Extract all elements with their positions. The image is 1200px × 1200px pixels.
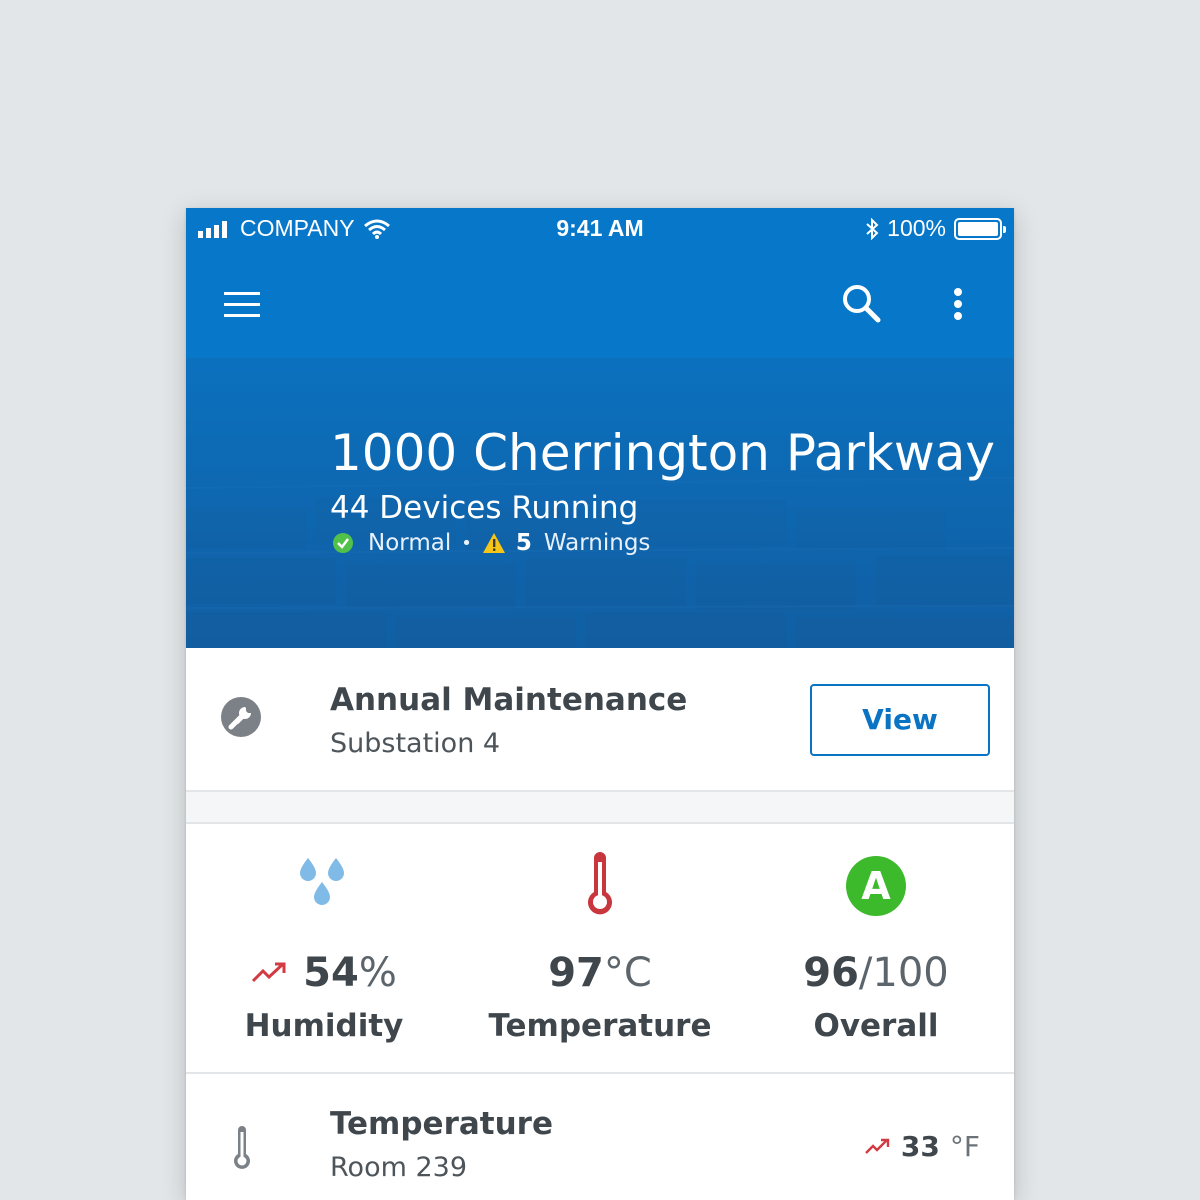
humidity-number: 54 xyxy=(303,950,359,996)
search-button[interactable] xyxy=(838,280,886,328)
overall-value: 96 /100 xyxy=(738,950,1014,996)
trending-up-icon xyxy=(865,1138,890,1154)
check-circle-icon xyxy=(333,533,353,553)
warnings-label: Warnings xyxy=(543,530,651,556)
wrench-icon xyxy=(221,697,261,737)
search-icon xyxy=(843,285,881,323)
temperature-label: Temperature xyxy=(488,1008,712,1044)
stat-temperature[interactable]: 97 °C Temperature xyxy=(462,824,738,1074)
status-bar: COMPANY 9:41 AM 100% xyxy=(186,208,1014,248)
row-value: 33 °F xyxy=(865,1130,980,1163)
bluetooth-icon xyxy=(866,217,879,240)
temperature-number: 97 xyxy=(548,950,604,996)
grade-letter: A xyxy=(861,864,891,908)
maintenance-title: Annual Maintenance xyxy=(330,682,688,718)
grade-a-icon: A xyxy=(846,856,906,916)
row-value-number: 33 xyxy=(900,1130,940,1163)
devices-running: 44 Devices Running xyxy=(330,490,639,526)
row-value-unit: °F xyxy=(949,1130,980,1163)
humidity-label: Humidity xyxy=(244,1008,404,1044)
trending-up-icon xyxy=(252,962,286,983)
stat-humidity[interactable]: 54 % Humidity xyxy=(186,824,462,1074)
separator-dot: • xyxy=(461,532,472,554)
thermometer-icon xyxy=(588,852,612,915)
view-button[interactable]: View xyxy=(810,684,990,756)
section-divider xyxy=(186,792,1014,824)
stat-overall[interactable]: A 96 /100 Overall xyxy=(738,824,1014,1074)
overall-label: Overall xyxy=(813,1008,939,1044)
maintenance-card: Annual Maintenance Substation 4 View xyxy=(186,648,1014,792)
menu-button[interactable] xyxy=(222,290,262,320)
site-header: COMPANY 9:41 AM 100% 1000 Cherrington Pa… xyxy=(186,208,1014,648)
site-title: 1000 Cherrington Parkway xyxy=(330,424,996,482)
temperature-unit: °C xyxy=(603,950,652,996)
battery-icon xyxy=(954,217,1006,240)
stats-panel: 54 % Humidity 97 °C Temperature A 96 /10… xyxy=(186,824,1014,1074)
list-item-temperature[interactable]: Temperature Room 239 33 °F xyxy=(186,1074,1014,1200)
humidity-value: 54 % xyxy=(186,950,462,996)
normal-label: Normal xyxy=(368,530,452,556)
warning-icon xyxy=(482,533,505,553)
humidity-unit: % xyxy=(358,950,397,996)
app-screen: COMPANY 9:41 AM 100% 1000 Cherrington Pa… xyxy=(186,208,1014,1200)
warning-count: 5 xyxy=(515,530,532,556)
more-options-button[interactable] xyxy=(938,284,978,328)
device-status-summary: Normal • 5 Warnings xyxy=(332,530,650,556)
humidity-drops-icon xyxy=(300,858,344,905)
thermometer-icon xyxy=(234,1126,250,1169)
maintenance-subtitle: Substation 4 xyxy=(330,728,501,759)
menu-icon xyxy=(224,292,260,317)
overall-unit: /100 xyxy=(858,950,949,996)
temperature-value: 97 °C xyxy=(462,950,738,996)
battery-percent: 100% xyxy=(887,215,946,241)
overall-number: 96 xyxy=(803,950,859,996)
row-subtitle: Room 239 xyxy=(330,1152,468,1183)
more-vert-icon xyxy=(954,288,962,320)
row-title: Temperature xyxy=(330,1106,553,1142)
